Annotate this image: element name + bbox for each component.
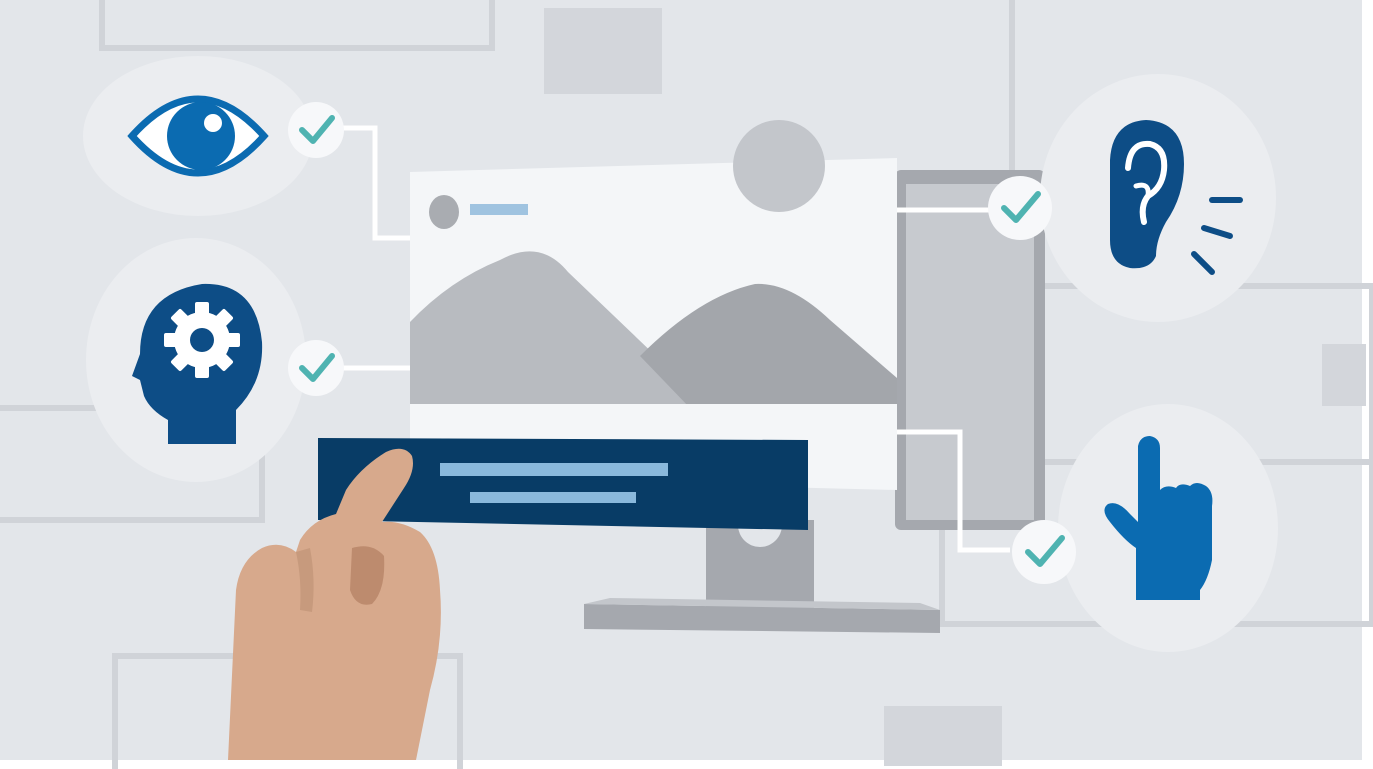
page-decoration-circle: [733, 120, 825, 212]
check-hand: [1012, 520, 1076, 584]
bg-square-bottom: [884, 706, 1002, 766]
white-bottom-border: [0, 760, 1373, 769]
eye-highlight: [204, 114, 222, 132]
gear-hole: [190, 328, 214, 352]
image-ground: [410, 404, 897, 410]
avatar-dot: [429, 195, 459, 229]
banner-line-1: [440, 463, 668, 476]
check-head: [288, 340, 344, 396]
accessibility-illustration: [0, 0, 1373, 769]
check-eye: [288, 102, 344, 158]
web-page-window: [410, 120, 897, 490]
banner-line-2: [470, 492, 636, 503]
bg-square-right: [1322, 344, 1366, 406]
check-ear: [988, 176, 1052, 240]
bg-square-top: [544, 8, 662, 94]
eye-iris: [167, 102, 235, 170]
title-bar-line: [470, 204, 528, 215]
gear-icon: [164, 302, 240, 378]
